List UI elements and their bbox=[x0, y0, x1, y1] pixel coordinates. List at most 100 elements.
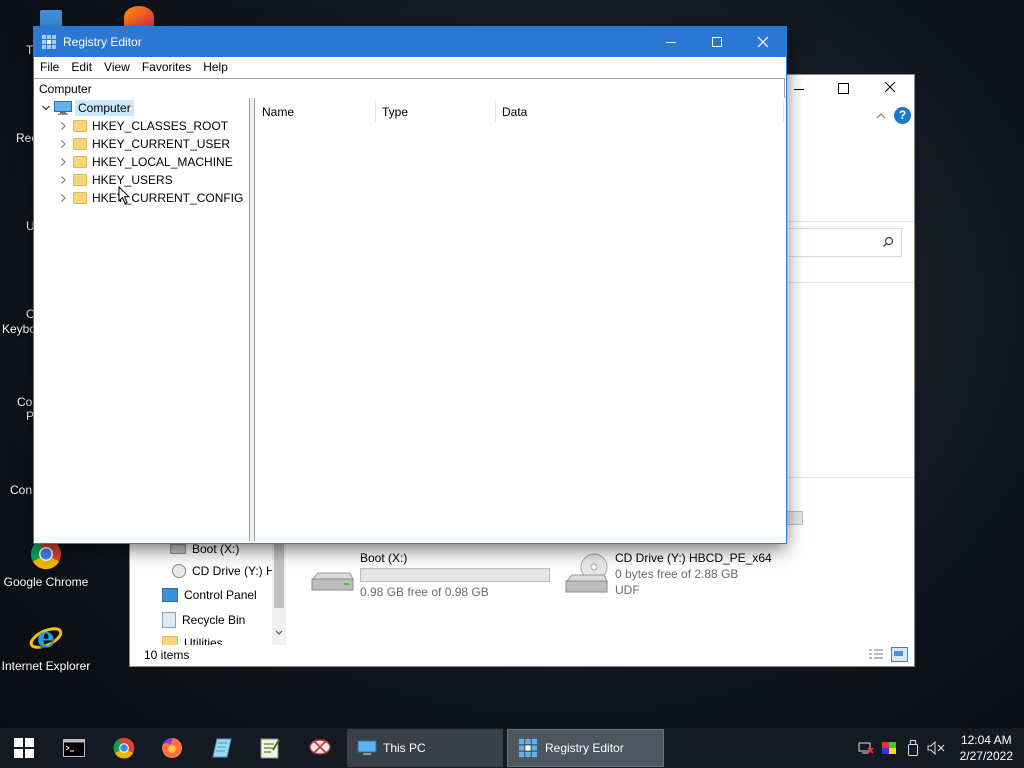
explorer-minimize-button[interactable] bbox=[790, 79, 810, 99]
tree-item-hkey-local-machine[interactable]: HKEY_LOCAL_MACHINE bbox=[34, 153, 249, 171]
close-icon bbox=[884, 81, 896, 93]
registry-tree: Computer HKEY_CLASSES_ROOT HKEY_CURRENT_… bbox=[34, 98, 250, 541]
drive-usage-bar bbox=[360, 568, 550, 582]
menu-edit[interactable]: Edit bbox=[65, 57, 98, 77]
tree-item-label: Computer bbox=[75, 100, 134, 116]
usb-drive-icon bbox=[908, 740, 918, 756]
menu-favorites[interactable]: Favorites bbox=[136, 57, 197, 77]
minimize-button[interactable] bbox=[648, 27, 694, 57]
column-header-data[interactable]: Data bbox=[495, 98, 785, 124]
nav-item-label: Recycle Bin bbox=[182, 613, 246, 627]
close-icon bbox=[757, 36, 769, 48]
this-pc-icon bbox=[357, 740, 377, 755]
menu-view[interactable]: View bbox=[98, 57, 136, 77]
large-icons-view-button[interactable] bbox=[891, 647, 908, 662]
maximize-button[interactable] bbox=[694, 27, 740, 57]
nav-item-utilities[interactable]: Utilities bbox=[162, 636, 223, 645]
taskbar-app-notepad[interactable] bbox=[198, 728, 246, 768]
chevron-right-icon[interactable] bbox=[58, 139, 68, 149]
control-panel-icon bbox=[162, 588, 178, 602]
notepad-icon bbox=[212, 738, 232, 758]
chevron-right-icon[interactable] bbox=[58, 175, 68, 185]
chevron-down-icon[interactable] bbox=[274, 628, 284, 638]
details-separator bbox=[786, 282, 914, 283]
chevron-up-icon[interactable] bbox=[874, 109, 888, 123]
clock-time: 12:04 AM bbox=[960, 733, 1012, 747]
registry-editor-icon bbox=[42, 35, 56, 49]
taskbar-firefox[interactable] bbox=[148, 728, 196, 768]
tray-network[interactable] bbox=[856, 728, 876, 768]
tray-display-color[interactable] bbox=[879, 728, 899, 768]
text-editor-icon bbox=[260, 738, 280, 759]
drive-usage-bar-partial bbox=[786, 511, 803, 525]
desktop-icon-label: Google Chrome bbox=[3, 575, 89, 589]
chevron-down-icon[interactable] bbox=[41, 103, 51, 113]
explorer-close-button[interactable] bbox=[882, 79, 898, 95]
desktop-label-partial: P bbox=[26, 409, 35, 423]
scrollbar-thumb[interactable] bbox=[274, 540, 284, 608]
nav-item-control-panel[interactable]: Control Panel bbox=[162, 588, 257, 602]
title-bar[interactable]: Registry Editor bbox=[34, 27, 786, 57]
taskbar-google-chrome[interactable] bbox=[100, 728, 148, 768]
column-header-name[interactable]: Name bbox=[255, 98, 375, 124]
nav-item-boot-drive[interactable]: Boot (X:) bbox=[170, 542, 239, 556]
navigation-scrollbar[interactable] bbox=[272, 540, 286, 645]
column-separator[interactable] bbox=[783, 100, 784, 122]
taskbar-app-snipping[interactable] bbox=[296, 728, 344, 768]
explorer-maximize-button[interactable] bbox=[838, 83, 849, 94]
chrome-icon bbox=[113, 737, 135, 759]
ribbon-separator bbox=[786, 221, 914, 222]
tree-item-hkey-classes-root[interactable]: HKEY_CLASSES_ROOT bbox=[34, 117, 249, 135]
taskbar-task-label: Registry Editor bbox=[545, 741, 624, 755]
taskbar-clock[interactable]: 12:04 AM 2/27/2022 bbox=[960, 732, 1013, 764]
desktop-icon-internet-explorer[interactable]: e Internet Explorer bbox=[0, 621, 94, 673]
command-prompt-icon bbox=[63, 739, 85, 757]
start-button[interactable] bbox=[0, 728, 48, 768]
folder-icon bbox=[162, 636, 178, 645]
cd-drive-icon bbox=[565, 553, 608, 593]
taskbar-task-registry-editor[interactable]: Registry Editor bbox=[507, 729, 664, 767]
tree-item-label: HKEY_USERS bbox=[92, 173, 173, 187]
tree-item-hkey-current-config[interactable]: HKEY_CURRENT_CONFIG bbox=[34, 189, 249, 207]
registry-editor-icon bbox=[519, 739, 537, 757]
snipping-tool-icon bbox=[309, 739, 331, 755]
registry-editor-window[interactable]: Registry Editor File Edit View Favorites… bbox=[34, 27, 786, 543]
help-icon[interactable]: ? bbox=[894, 107, 911, 124]
maximize-icon bbox=[712, 37, 722, 47]
chevron-right-icon[interactable] bbox=[58, 157, 68, 167]
menu-help[interactable]: Help bbox=[197, 57, 234, 77]
menu-bar: File Edit View Favorites Help bbox=[34, 57, 786, 77]
desktop-icon-google-chrome[interactable]: Google Chrome bbox=[0, 538, 94, 589]
chevron-right-icon[interactable] bbox=[58, 121, 68, 131]
drive-name: CD Drive (Y:) HBCD_PE_x64 bbox=[615, 551, 772, 565]
tray-volume[interactable] bbox=[925, 728, 947, 768]
drive-free-space: 0.98 GB free of 0.98 GB bbox=[360, 585, 489, 599]
close-button[interactable] bbox=[740, 27, 786, 57]
nav-item-cd-drive[interactable]: CD Drive (Y:) H bbox=[172, 564, 275, 578]
taskbar-task-this-pc[interactable]: This PC bbox=[347, 729, 503, 767]
taskbar-app-editor[interactable] bbox=[246, 728, 294, 768]
tree-item-computer[interactable]: Computer bbox=[34, 99, 249, 117]
folder-icon bbox=[73, 192, 87, 204]
desktop-label-partial: Keybo bbox=[2, 322, 37, 336]
tray-usb[interactable] bbox=[904, 728, 922, 768]
cd-drive-icon bbox=[172, 564, 186, 578]
tree-item-hkey-current-user[interactable]: HKEY_CURRENT_USER bbox=[34, 135, 249, 153]
details-view-icon bbox=[869, 649, 883, 659]
column-header-type[interactable]: Type bbox=[375, 98, 495, 124]
nav-item-label: Control Panel bbox=[184, 588, 257, 602]
tree-item-hkey-users[interactable]: HKEY_USERS bbox=[34, 171, 249, 189]
search-box[interactable] bbox=[786, 228, 902, 257]
menu-file[interactable]: File bbox=[34, 57, 65, 77]
firefox-desktop-icon[interactable] bbox=[124, 6, 154, 28]
address-bar[interactable]: Computer bbox=[34, 78, 785, 99]
nav-item-recycle-bin[interactable]: Recycle Bin bbox=[162, 612, 245, 628]
taskbar-command-prompt[interactable] bbox=[50, 728, 98, 768]
drive-filesystem: UDF bbox=[615, 583, 640, 597]
folder-icon bbox=[73, 156, 87, 168]
color-display-icon bbox=[882, 742, 896, 754]
details-view-button[interactable] bbox=[868, 648, 884, 660]
nav-item-label: Utilities bbox=[184, 636, 223, 645]
chevron-right-icon[interactable] bbox=[58, 193, 68, 203]
svg-text:e: e bbox=[37, 622, 55, 654]
